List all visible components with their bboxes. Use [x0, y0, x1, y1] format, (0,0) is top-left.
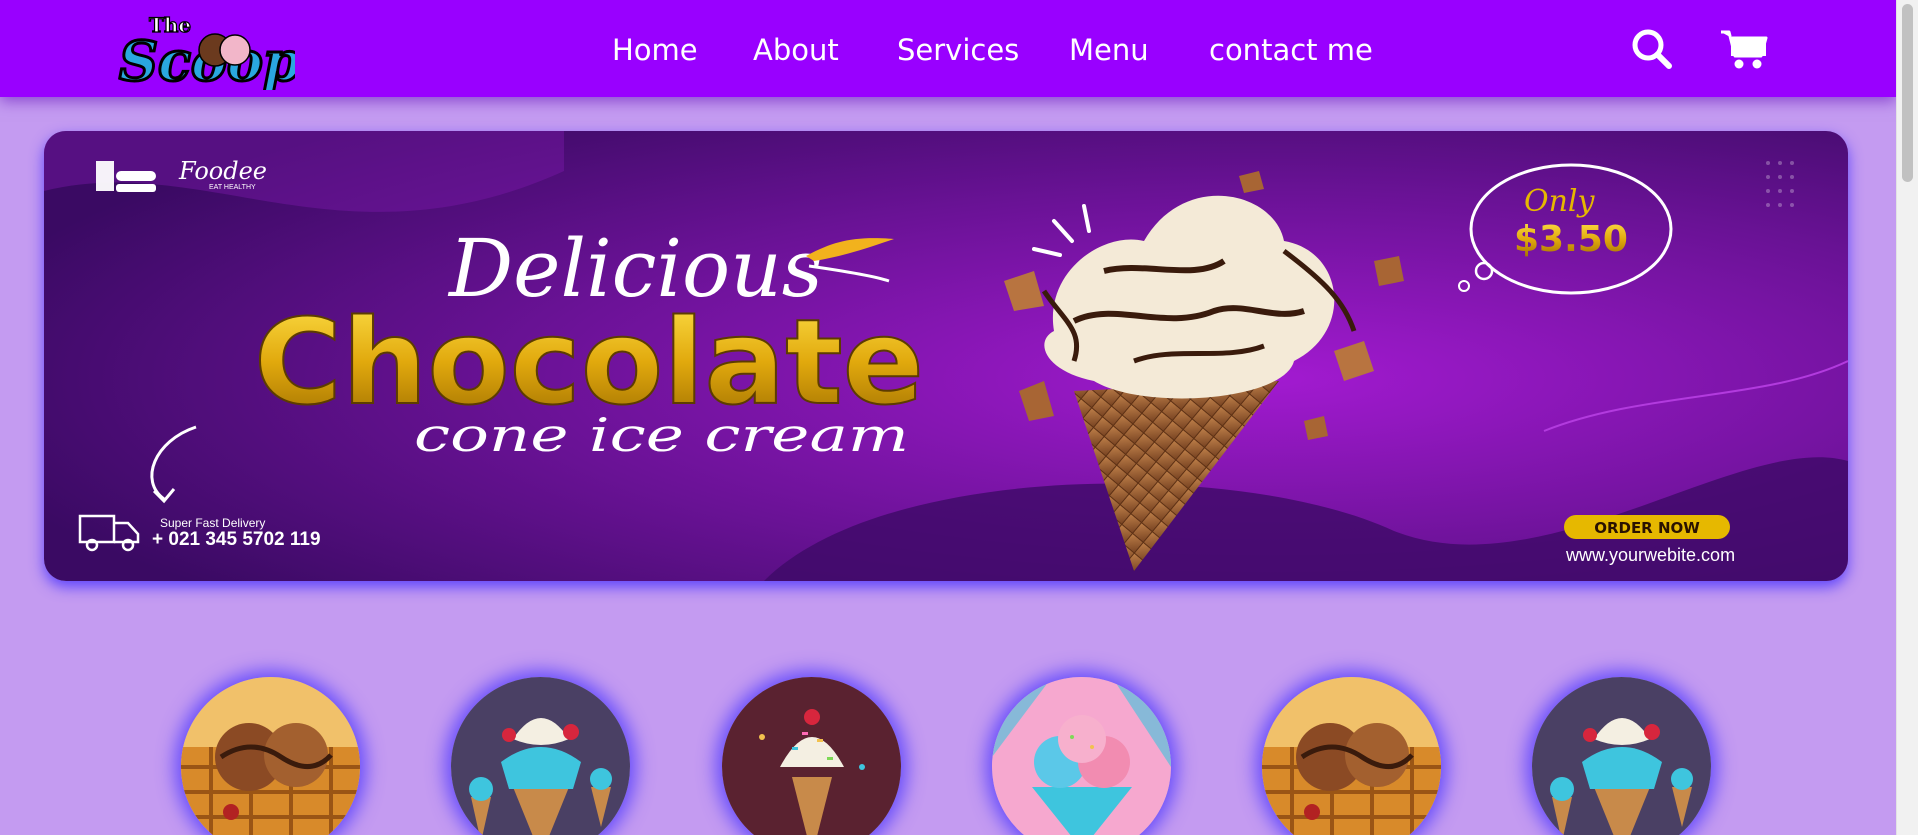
- thumbnail-blue-cone-sundae[interactable]: [451, 677, 630, 835]
- thumbnail-pink-blue-cup[interactable]: [992, 677, 1171, 835]
- page-scrollbar[interactable]: [1896, 0, 1918, 835]
- order-now-label: ORDER NOW: [1594, 519, 1700, 537]
- hero-banner-art: Foodee EAT HEALTHY Delicious Chocolate c…: [44, 131, 1848, 581]
- scrollbar-thumb[interactable]: [1902, 4, 1913, 182]
- nav-about[interactable]: About: [753, 28, 839, 72]
- waffle-ice-cream-image: [181, 677, 360, 835]
- nav-home[interactable]: Home: [612, 28, 698, 72]
- price-prefix: Only: [1524, 184, 1596, 219]
- website-text: www.yourwebite.com: [1565, 545, 1735, 565]
- headline-sub: cone ice cream: [414, 408, 909, 462]
- brand-tagline: EAT HEALTHY: [209, 184, 256, 191]
- thumbnail-waffle-ice-cream[interactable]: [181, 677, 360, 835]
- delivery-label: Super Fast Delivery: [160, 516, 265, 530]
- shopping-cart-icon: [1721, 30, 1768, 69]
- site-header: The Scoop Home About Services Menu conta…: [0, 0, 1896, 97]
- blue-cone-sundae-image: [451, 677, 630, 835]
- brand-name: Foodee: [178, 157, 267, 185]
- nav-services[interactable]: Services: [897, 28, 1019, 72]
- thumbnail-blue-cone-sundae-2[interactable]: [1532, 677, 1711, 835]
- sprinkle-cone-image: [722, 677, 901, 835]
- delivery-phone: + 021 345 5702 119: [152, 529, 321, 550]
- order-now-button[interactable]: ORDER NOW: [1564, 515, 1730, 539]
- search-icon: [1632, 29, 1672, 69]
- nav-contact[interactable]: contact me: [1209, 28, 1373, 72]
- waffle-ice-cream-2-image: [1262, 677, 1441, 835]
- hero-banner[interactable]: Foodee EAT HEALTHY Delicious Chocolate c…: [44, 131, 1848, 581]
- thumbnail-sprinkle-cone[interactable]: [722, 677, 901, 835]
- scoop-logo[interactable]: The Scoop: [117, 8, 296, 90]
- price-value: $3.50: [1514, 219, 1628, 260]
- blue-cone-sundae-2-image: [1532, 677, 1711, 835]
- thumbnail-waffle-ice-cream-2[interactable]: [1262, 677, 1441, 835]
- search-button[interactable]: [1629, 26, 1675, 72]
- pink-blue-cup-image: [992, 677, 1171, 835]
- cart-button[interactable]: [1719, 26, 1769, 72]
- nav-menu[interactable]: Menu: [1069, 28, 1149, 72]
